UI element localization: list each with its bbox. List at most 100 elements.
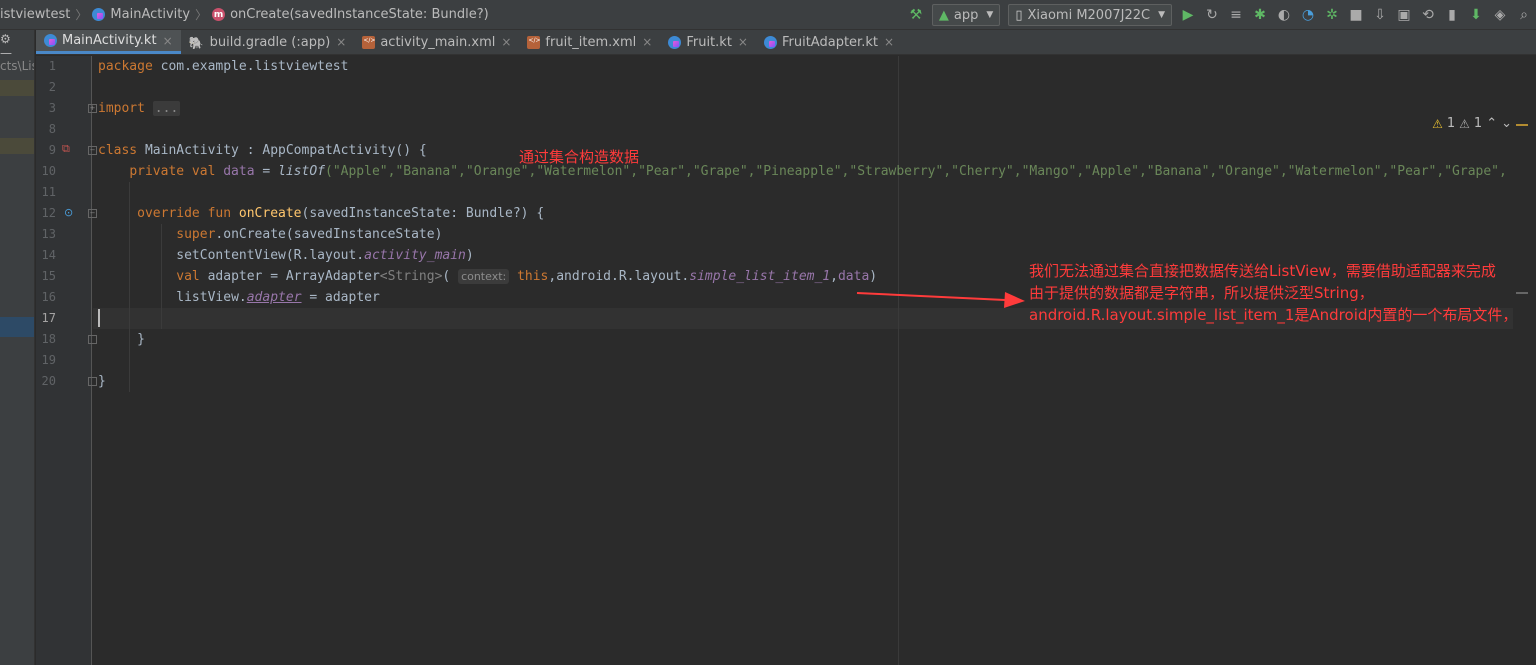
- keyword: override fun: [137, 206, 232, 221]
- device-select[interactable]: ▯ Xiaomi M2007J22C ▼: [1008, 4, 1172, 26]
- annotation-line: android.R.layout.simple_list_item_1是Andr…: [1029, 306, 1518, 324]
- close-icon[interactable]: ×: [336, 35, 346, 49]
- editor-tabs: MainActivity.kt × 🐘 build.gradle (:app) …: [36, 30, 1536, 55]
- chevron-down-icon: ▼: [1158, 10, 1165, 20]
- line-number: 20: [41, 374, 56, 388]
- debug-icon[interactable]: ✱: [1249, 4, 1271, 26]
- tab-fruit-item-xml[interactable]: fruit_item.xml ×: [519, 30, 660, 54]
- attach-debugger-icon[interactable]: ✲: [1321, 4, 1343, 26]
- text-cursor: [98, 309, 100, 327]
- code-line-9: class MainActivity : AppCompatActivity()…: [98, 140, 427, 161]
- folded-imports[interactable]: ...: [152, 101, 181, 116]
- keyword: package: [98, 59, 153, 74]
- line-number: 13: [41, 227, 56, 241]
- chevron-down-icon[interactable]: ⌄: [1501, 116, 1512, 131]
- chevron-down-icon: ▼: [986, 10, 994, 20]
- gradle-sync-icon[interactable]: ⟲: [1417, 4, 1439, 26]
- project-panel-toolbar: ⚙—: [0, 32, 34, 60]
- method-icon: m: [212, 8, 226, 21]
- code-text: =: [254, 164, 279, 179]
- annotation-line: 我们无法通过集合直接把数据传送给ListView，需要借助适配器来完成: [1029, 262, 1496, 280]
- run-icon[interactable]: ▶: [1177, 4, 1199, 26]
- chevron-up-icon[interactable]: ⌃: [1486, 116, 1497, 131]
- line-number: 18: [41, 332, 56, 346]
- code-text: MainActivity : AppCompatActivity() {: [137, 143, 427, 158]
- code-text: ): [465, 248, 474, 263]
- line-number: 12: [41, 206, 56, 220]
- function-call: listOf: [278, 164, 325, 179]
- tab-build-gradle[interactable]: 🐘 build.gradle (:app) ×: [181, 30, 355, 54]
- breadcrumb-file-label: MainActivity: [110, 7, 191, 22]
- close-icon[interactable]: ×: [501, 35, 511, 49]
- minimize-icon[interactable]: —: [0, 46, 20, 60]
- synthetic-property: adapter: [246, 290, 302, 305]
- code-line-12: override fun onCreate(savedInstanceState…: [98, 203, 544, 224]
- inspection-widget[interactable]: ⚠ 1 ⚠ 1 ⌃ ⌄: [1432, 116, 1516, 131]
- editor-gutter[interactable]: 1 2 3 8 9 10 11 12 13 14 15 16 17 18 19 …: [36, 56, 97, 665]
- project-tree-selected-item[interactable]: [0, 317, 34, 337]
- run-toolbar: ⚒ ▲ app ▼ ▯ Xiaomi M2007J22C ▼ ▶ ↻ ≡ ✱ ◐…: [904, 0, 1536, 30]
- code-line-16: listView.adapter = adapter: [98, 287, 380, 308]
- code-line-1: package com.example.listviewtest: [98, 56, 348, 77]
- right-margin-guide: [898, 56, 899, 665]
- tab-mainactivity[interactable]: MainActivity.kt ×: [36, 30, 181, 54]
- code-editor[interactable]: package com.example.listviewtest import …: [93, 56, 1536, 665]
- annotation-explanation: 我们无法通过集合直接把数据传送给ListView，需要借助适配器来完成 由于提供…: [1029, 260, 1529, 326]
- code-text: com.example.listviewtest: [152, 59, 349, 74]
- close-icon[interactable]: ×: [738, 35, 748, 49]
- run-config-select[interactable]: ▲ app ▼: [931, 4, 1001, 26]
- close-icon[interactable]: ×: [642, 35, 652, 49]
- line-number: 11: [41, 185, 56, 199]
- weak-warning-count: 1: [1473, 116, 1483, 131]
- code-line-13: super.onCreate(savedInstanceState): [98, 224, 442, 245]
- annotation-line: 由于提供的数据都是字符串，所以提供泛型String，: [1029, 284, 1374, 302]
- breadcrumb-file[interactable]: MainActivity 〉: [92, 6, 212, 23]
- chevron-right-icon: 〉: [195, 8, 208, 22]
- code-line-3: import ...: [98, 98, 181, 119]
- tab-label: build.gradle (:app): [209, 34, 331, 50]
- close-icon[interactable]: ×: [884, 35, 894, 49]
- line-number: 9: [48, 143, 56, 157]
- breadcrumb-project-label: istviewtest: [0, 7, 71, 22]
- layout-inspector-icon[interactable]: ◈: [1489, 4, 1511, 26]
- line-number: 19: [41, 353, 56, 367]
- project-panel: ⚙— cts\Lis: [0, 30, 35, 665]
- code-line-20: }: [98, 371, 106, 392]
- warning-count: 1: [1446, 116, 1456, 131]
- error-stripe-mark[interactable]: [1516, 124, 1528, 126]
- keyword: import: [98, 101, 145, 116]
- apply-changes-icon[interactable]: ↻: [1201, 4, 1223, 26]
- code-text: ,android.R.layout.: [548, 269, 690, 284]
- breadcrumb-method-label: onCreate(savedInstanceState: Bundle?): [230, 7, 489, 22]
- override-method-icon[interactable]: ⊙: [64, 206, 73, 219]
- android-icon: ▲: [938, 7, 949, 23]
- sync-project-icon[interactable]: ⇩: [1369, 4, 1391, 26]
- sdk-manager-icon[interactable]: ⬇: [1465, 4, 1487, 26]
- breadcrumb-method[interactable]: m onCreate(savedInstanceState: Bundle?): [212, 7, 489, 22]
- code-text: listView.: [176, 290, 247, 305]
- project-structure-icon[interactable]: ▣: [1393, 4, 1415, 26]
- string-args: ("Apple","Banana","Orange","Watermelon",…: [325, 164, 1507, 179]
- code-text: ,: [830, 269, 838, 284]
- tab-activity-main-xml[interactable]: activity_main.xml ×: [354, 30, 519, 54]
- apply-code-changes-icon[interactable]: ≡: [1225, 4, 1247, 26]
- settings-icon[interactable]: ⚙: [0, 32, 19, 46]
- build-hammer-icon[interactable]: ⚒: [905, 4, 927, 26]
- code-line-18: }: [98, 329, 145, 350]
- keyword: class: [98, 143, 138, 158]
- code-text: = adapter: [301, 290, 380, 305]
- close-icon[interactable]: ×: [163, 34, 173, 48]
- profile-icon[interactable]: ◔: [1297, 4, 1319, 26]
- tab-fruitadapter-kt[interactable]: FruitAdapter.kt ×: [756, 30, 902, 54]
- breadcrumb-project[interactable]: istviewtest 〉: [0, 6, 92, 23]
- device-manager-icon[interactable]: ▮: [1441, 4, 1463, 26]
- resource-ref: simple_list_item_1: [689, 269, 831, 284]
- code-line-10: private val data = listOf("Apple","Banan…: [98, 161, 1507, 182]
- stop-icon[interactable]: ■: [1345, 4, 1367, 26]
- search-icon[interactable]: ⌕: [1513, 4, 1535, 26]
- kotlin-class-icon: [92, 8, 106, 21]
- tab-fruit-kt[interactable]: Fruit.kt ×: [660, 30, 756, 54]
- line-number-current: 17: [41, 311, 56, 325]
- coverage-icon[interactable]: ◐: [1273, 4, 1295, 26]
- class-gutter-icon[interactable]: ⧉: [62, 142, 70, 156]
